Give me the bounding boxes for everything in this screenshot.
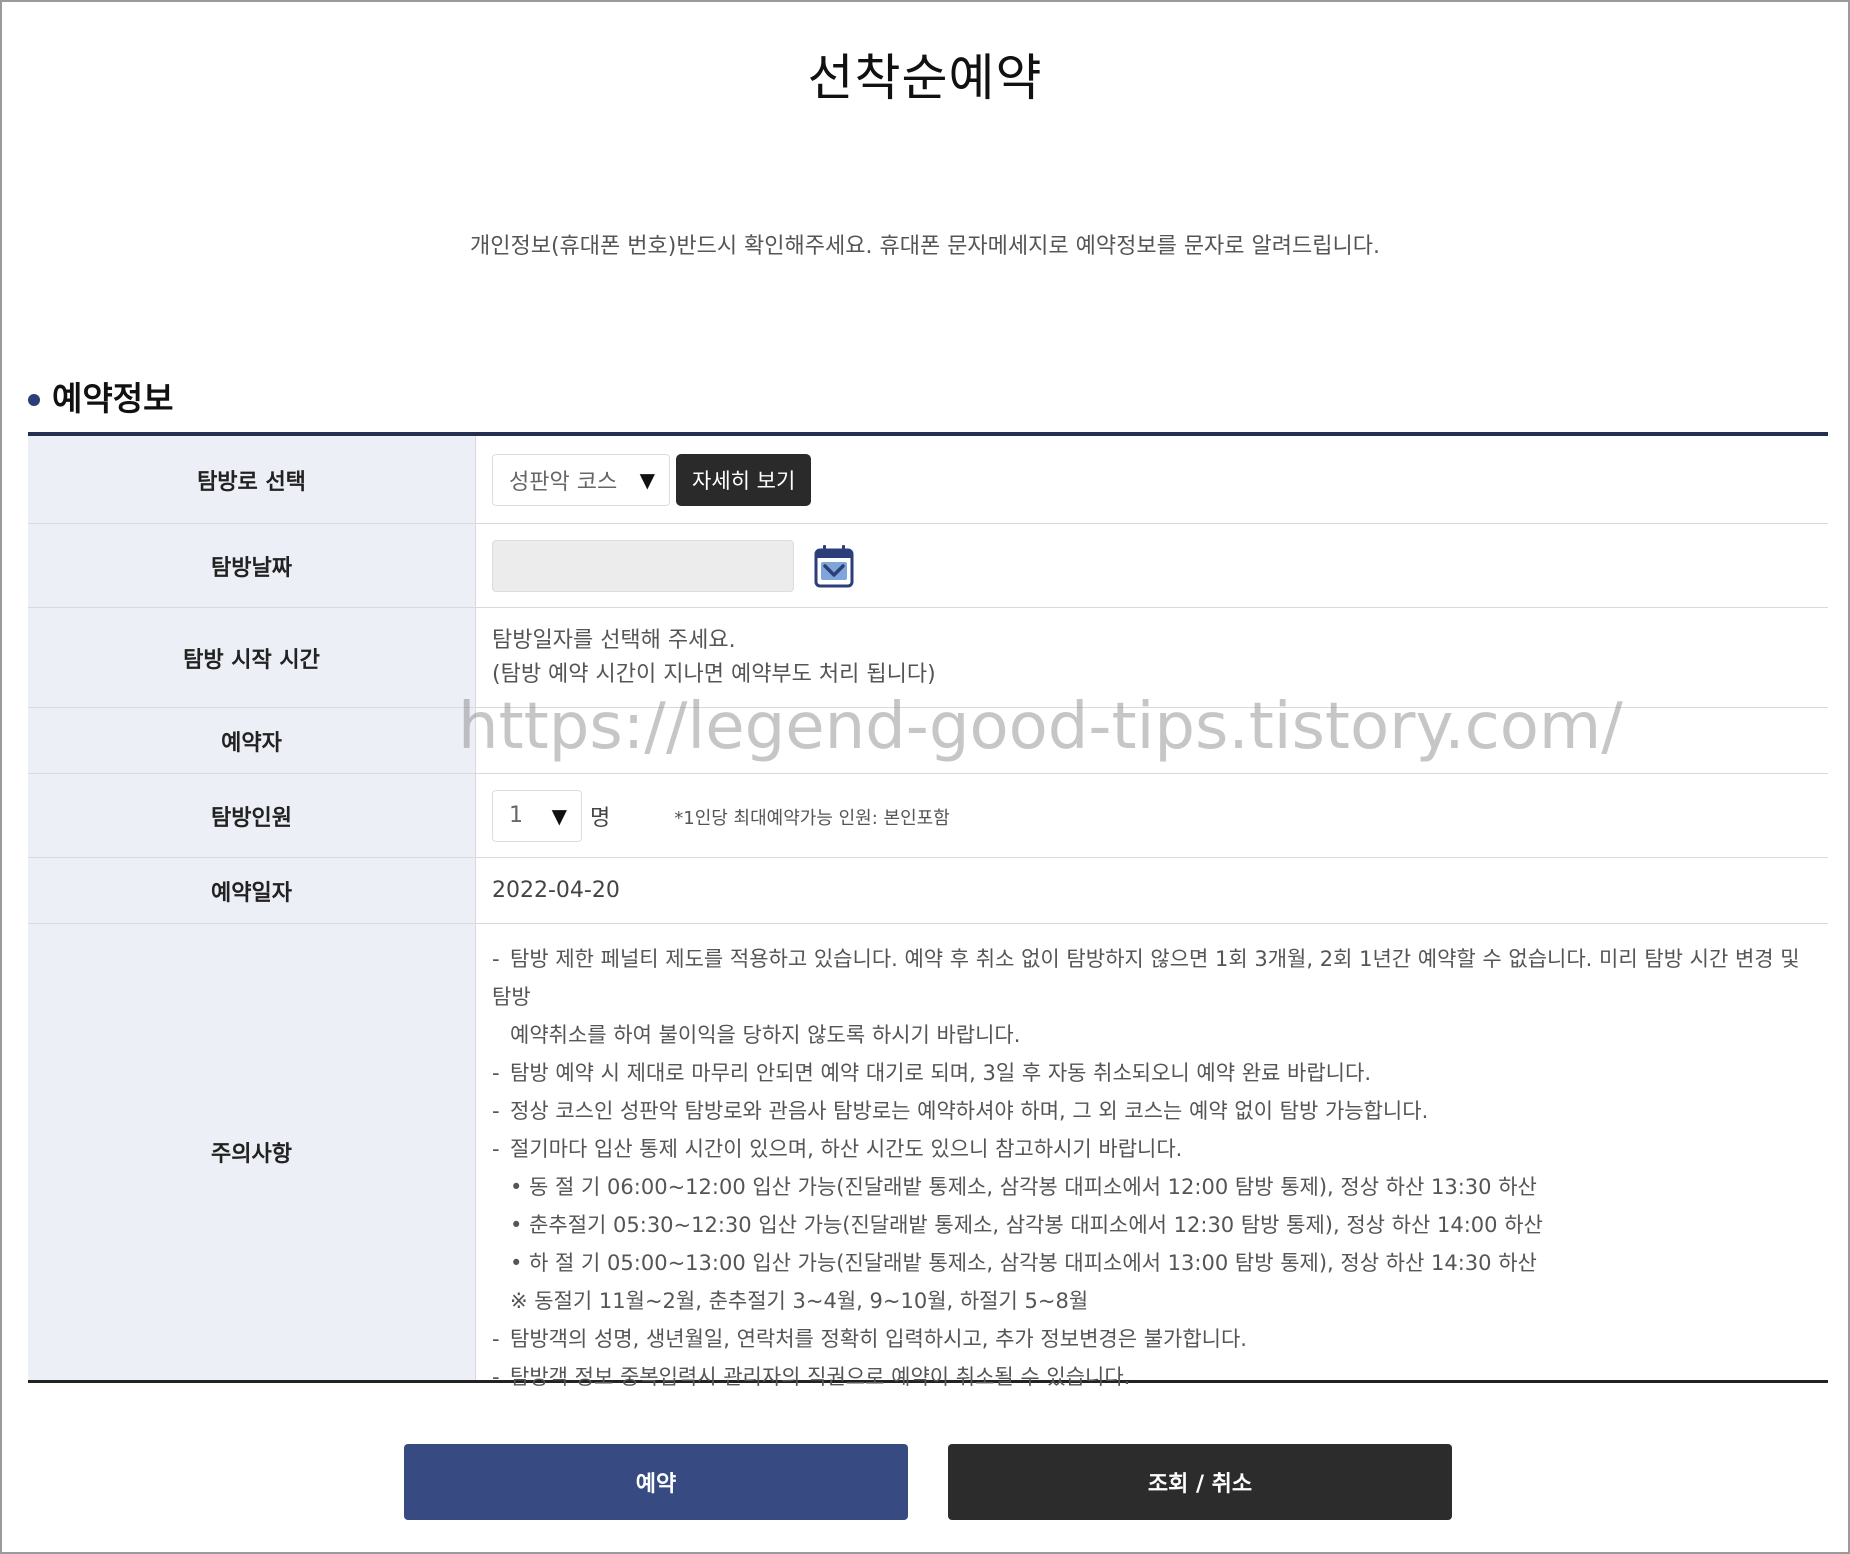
people-count-value: 1: [509, 803, 523, 828]
reserver-label: 예약자: [28, 708, 476, 773]
reserve-button[interactable]: 예약: [404, 1444, 908, 1520]
row-people: 탐방인원 1 ▼ 명 *1인당 최대예약가능 인원: 본인포함: [28, 774, 1828, 858]
row-reservation-date: 예약일자 2022-04-20: [28, 858, 1828, 924]
caution-item: 절기마다 입산 통제 시간이 있으며, 하산 시간도 있으니 참고하시기 바랍니…: [492, 1130, 1810, 1168]
people-count-select[interactable]: 1 ▼: [492, 789, 582, 842]
people-label: 탐방인원: [28, 774, 476, 857]
start-time-line1: 탐방일자를 선택해 주세요.: [492, 627, 736, 653]
privacy-notice: 개인정보(휴대폰 번호)반드시 확인해주세요. 휴대폰 문자메세지로 예약정보를…: [470, 234, 1380, 259]
caution-item: 탐방객 정보 중복입력시 관리자의 직권으로 예약이 취소될 수 있습니다.: [492, 1358, 1810, 1396]
bullet-icon: [28, 394, 40, 406]
reservation-date-value: 2022-04-20: [492, 878, 620, 903]
start-time-line2: (탐방 예약 시간이 지나면 예약부도 처리 됩니다): [492, 661, 936, 687]
row-date: 탐방날짜: [28, 524, 1828, 608]
cautions-list: 탐방 제한 페널티 제도를 적용하고 있습니다. 예약 후 취소 없이 탐방하지…: [492, 924, 1828, 1396]
season-hours-item: • 춘추절기 05:30~12:30 입산 가능(진달래밭 통제소, 삼각봉 대…: [510, 1213, 1543, 1237]
season-hours-item: • 하 절 기 05:00~13:00 입산 가능(진달래밭 통제소, 삼각봉 …: [510, 1251, 1537, 1275]
page-title: 선착순예약: [807, 49, 1043, 107]
season-definition-note: ※ 동절기 11월~2월, 춘추절기 3~4월, 9~10월, 하절기 5~8월: [510, 1289, 1089, 1313]
caution-item: 탐방 예약 시 제대로 마무리 안되면 예약 대기로 되며, 3일 후 자동 취…: [492, 1054, 1810, 1092]
reservation-date-label: 예약일자: [28, 858, 476, 923]
caution-item-continued: 예약취소를 하여 불이익을 당하지 않도록 하시기 바랍니다.: [510, 1023, 1021, 1047]
course-label: 탐방로 선택: [28, 436, 476, 523]
caution-item: 탐방객의 성명, 생년월일, 연락처를 정확히 입력하시고, 추가 정보변경은 …: [492, 1320, 1810, 1358]
caution-item: 정상 코스인 성판악 탐방로와 관음사 탐방로는 예약하셔야 하며, 그 외 코…: [492, 1092, 1810, 1130]
row-cautions: 주의사항 탐방 제한 페널티 제도를 적용하고 있습니다. 예약 후 취소 없이…: [28, 924, 1828, 1389]
start-time-label: 탐방 시작 시간: [28, 608, 476, 707]
inquiry-cancel-button[interactable]: 조회 / 취소: [948, 1444, 1452, 1520]
section-heading: 예약정보: [28, 372, 173, 420]
watermark-url: https://legend-good-tips.tistory.com/: [458, 690, 1623, 764]
course-select[interactable]: 성판악 코스 ▼: [492, 453, 670, 506]
chevron-down-icon: ▼: [551, 803, 567, 828]
section-title: 예약정보: [52, 379, 174, 418]
chevron-down-icon: ▼: [639, 467, 655, 492]
date-input[interactable]: [492, 539, 794, 592]
season-hours-item: • 동 절 기 06:00~12:00 입산 가능(진달래밭 통제소, 삼각봉 …: [510, 1175, 1537, 1199]
people-unit: 명: [590, 806, 611, 831]
cautions-label: 주의사항: [28, 924, 476, 1380]
course-detail-button[interactable]: 자세히 보기: [676, 453, 812, 506]
calendar-icon[interactable]: [814, 544, 854, 588]
start-time-message: 탐방일자를 선택해 주세요. (탐방 예약 시간이 지나면 예약부도 처리 됩니…: [492, 624, 936, 692]
row-course: 탐방로 선택 성판악 코스 ▼ 자세히 보기: [28, 436, 1828, 524]
date-label: 탐방날짜: [28, 524, 476, 607]
caution-item: 탐방 제한 페널티 제도를 적용하고 있습니다. 예약 후 취소 없이 탐방하지…: [492, 940, 1810, 1016]
max-people-note: *1인당 최대예약가능 인원: 본인포함: [674, 808, 950, 829]
reservation-form-table: 탐방로 선택 성판악 코스 ▼ 자세히 보기 탐방날짜 탐방 시작 시간 탐방일…: [28, 432, 1828, 1389]
course-select-value: 성판악 코스: [509, 469, 618, 495]
